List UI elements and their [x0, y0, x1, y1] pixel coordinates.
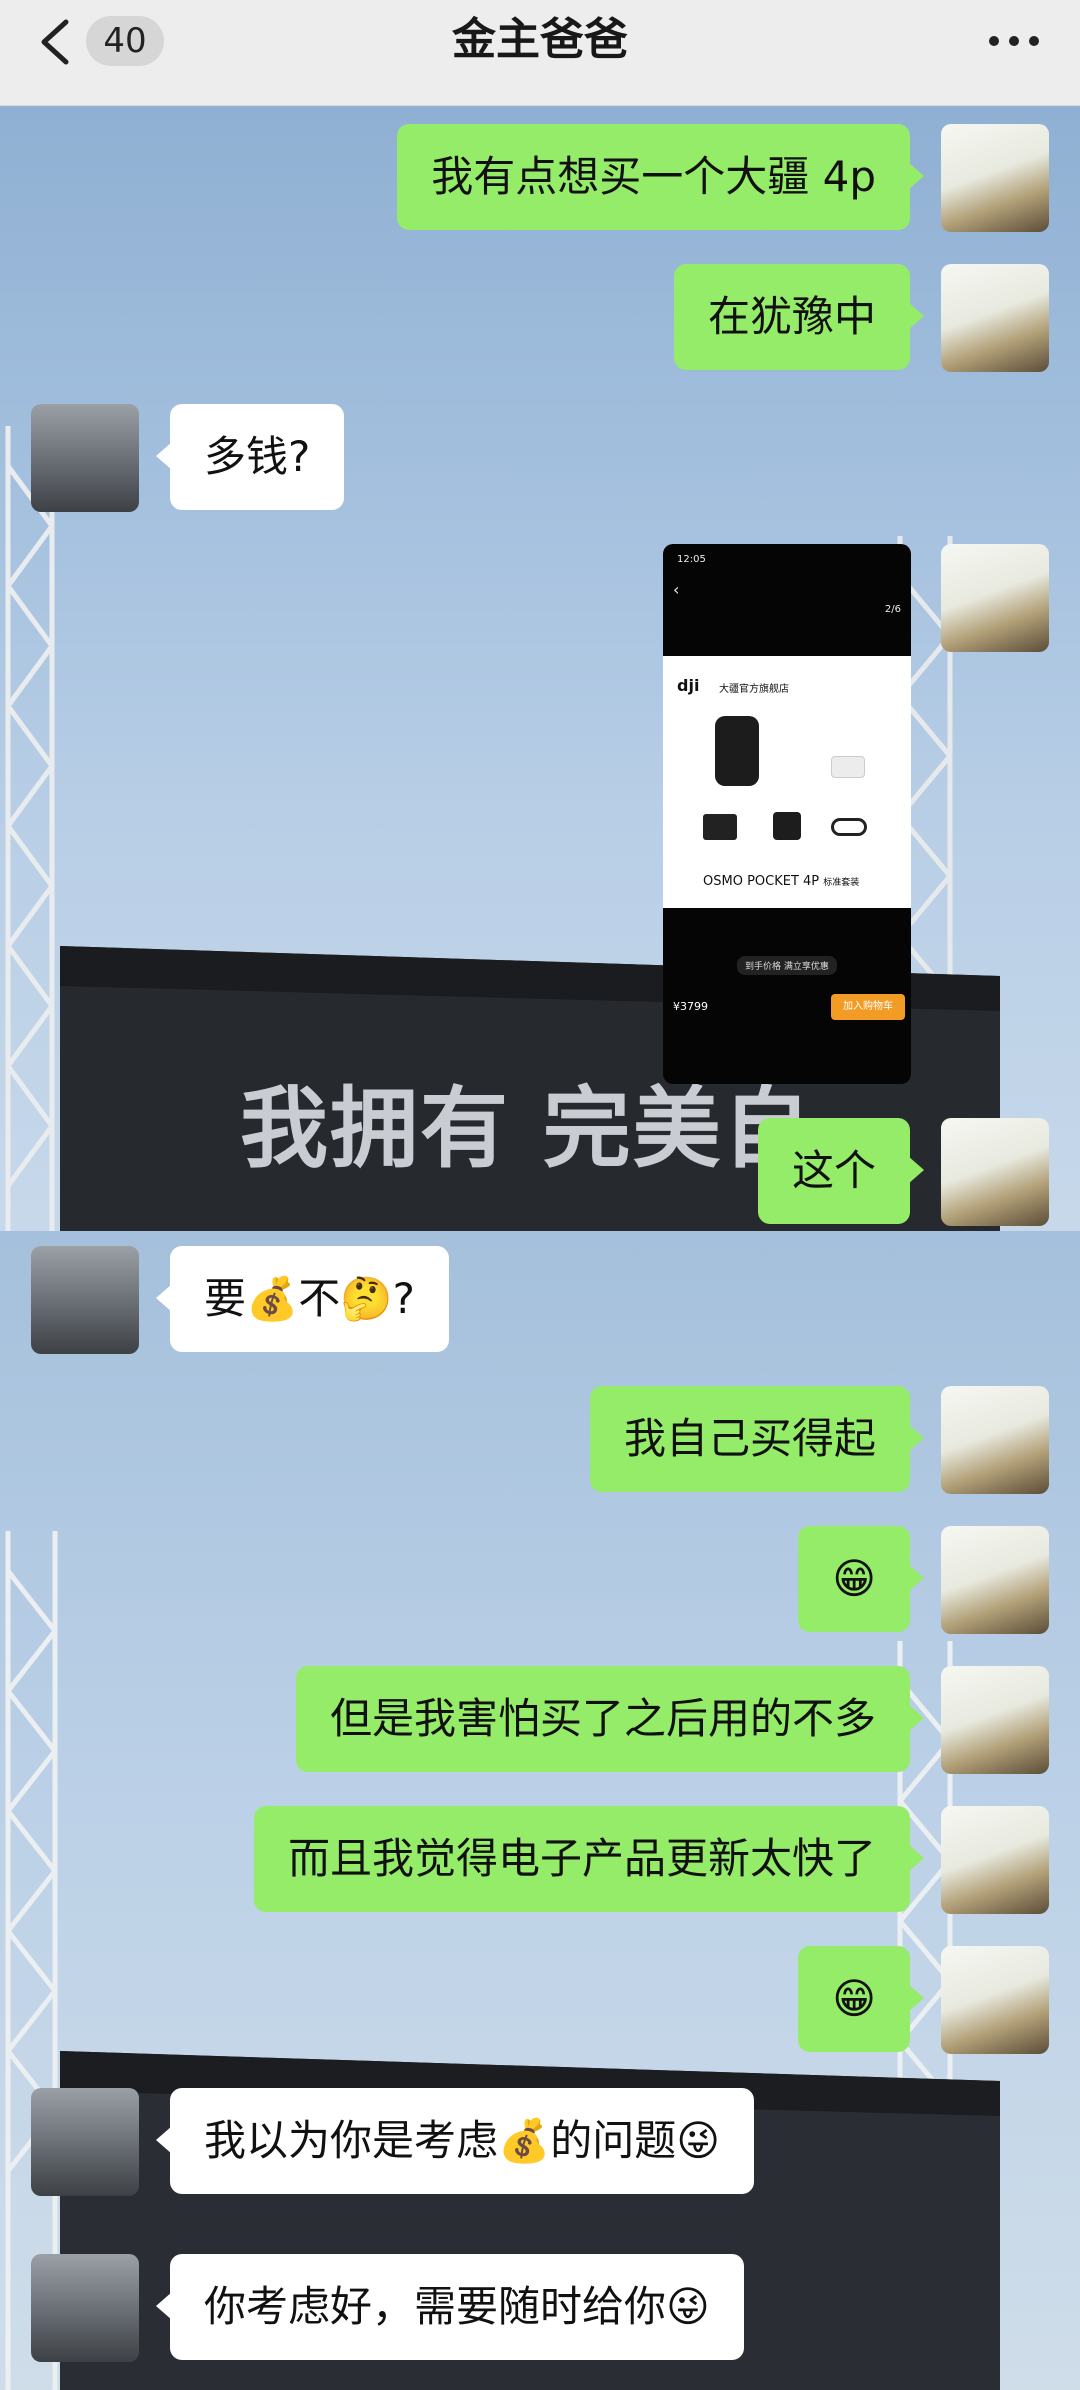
peer-avatar[interactable] — [31, 1246, 139, 1354]
my-avatar[interactable] — [941, 544, 1049, 652]
my-message-bubble[interactable]: 😁 — [798, 1526, 924, 1632]
product-price: ¥3799 — [673, 1000, 708, 1013]
gimbal-camera — [715, 716, 759, 786]
dji-logo: dji — [677, 676, 700, 695]
add-to-cart-button[interactable]: 加入购物车 — [831, 994, 905, 1020]
my-message-bubble[interactable]: 但是我害怕买了之后用的不多 — [295, 1666, 925, 1772]
my-avatar[interactable] — [941, 1666, 1049, 1774]
peer-avatar[interactable] — [31, 404, 139, 512]
my-avatar[interactable] — [941, 1526, 1049, 1634]
product-image: dji 大疆官方旗舰店 OSMO POCKET 4P 标准套装 — [663, 656, 911, 908]
peer-message-bubble[interactable]: 要💰不🤔? — [156, 1246, 449, 1352]
product-name: OSMO POCKET 4P 标准套装 — [703, 874, 860, 889]
peer-message-bubble[interactable]: 多钱? — [155, 404, 345, 510]
my-message-bubble[interactable]: 在犹豫中 — [673, 264, 925, 370]
accessory-4 — [831, 818, 867, 836]
my-avatar[interactable] — [941, 1806, 1049, 1914]
screenshot-back-icon: ‹ — [673, 580, 680, 599]
chat-header: 40 金主爸爸 — [0, 0, 1080, 106]
more-dots-icon[interactable] — [984, 24, 1044, 58]
my-avatar[interactable] — [941, 1386, 1049, 1494]
accessory-1 — [831, 756, 865, 778]
peer-message-bubble[interactable]: 我以为你是考虑💰的问题😜 — [155, 2088, 755, 2194]
my-message-bubble[interactable]: 我自己买得起 — [589, 1386, 925, 1492]
my-avatar[interactable] — [941, 124, 1049, 232]
my-avatar[interactable] — [941, 1118, 1049, 1226]
accessory-2 — [703, 814, 737, 840]
peer-message-bubble[interactable]: 你考虑好，需要随时给你😜 — [156, 2254, 744, 2360]
store-name: 大疆官方旗舰店 — [719, 684, 789, 695]
chat-background-photo: 我拥有 完美自由 — [0, 106, 1080, 1231]
screenshot-page: 2/6 — [884, 604, 901, 615]
image-message-screenshot[interactable]: 12:05 ‹ 2/6 dji 大疆官方旗舰店 OSMO POCKET 4P 标… — [663, 544, 911, 1084]
my-avatar[interactable] — [941, 1946, 1049, 2054]
chat-title: 金主爸爸 — [452, 14, 628, 65]
accessory-3 — [773, 812, 801, 840]
screenshot-time: 12:05 — [677, 554, 706, 565]
my-message-bubble[interactable]: 😁 — [798, 1946, 924, 2052]
price-notice: 到手价格 满立享优惠 — [737, 956, 837, 975]
my-message-bubble[interactable]: 这个 — [757, 1118, 925, 1224]
my-message-bubble[interactable]: 而且我觉得电子产品更新太快了 — [253, 1806, 925, 1912]
my-avatar[interactable] — [941, 264, 1049, 372]
my-message-bubble[interactable]: 我有点想买一个大疆 4p — [397, 124, 924, 230]
peer-avatar[interactable] — [31, 2088, 139, 2196]
peer-avatar[interactable] — [31, 2254, 139, 2362]
